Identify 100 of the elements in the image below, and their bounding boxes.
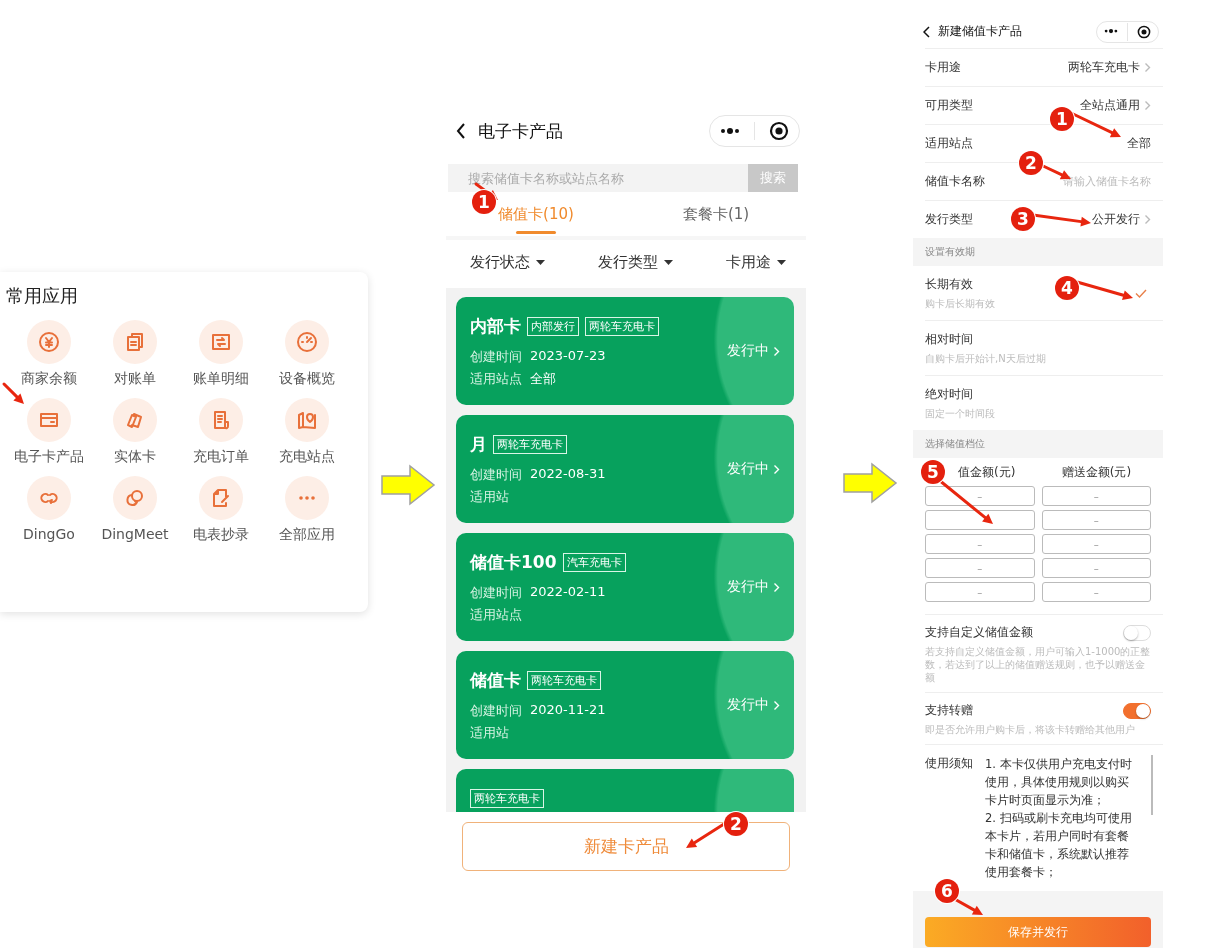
app-label[interactable]: 电表抄录 — [193, 526, 249, 544]
input-field[interactable]: – — [925, 486, 1035, 506]
notice-text: 2. 扫码或刷卡充电均可使用本卡片，若用户同时有套餐卡和储值卡，系统默认推荐使用套餐卡； — [985, 810, 1133, 881]
field-label: 发行类型 — [925, 212, 973, 227]
option-title: 长期有效 — [925, 275, 974, 293]
switch-title: 支持自定义储值金额 — [925, 624, 1033, 641]
validity-option[interactable]: 相对时间 自购卡后开始计,N天后过期 — [925, 320, 1163, 375]
switch-title: 支持转赠 — [925, 702, 973, 719]
meta-label: 适用站 — [470, 723, 509, 742]
step-badge: 3 — [1011, 207, 1035, 231]
status-text: 发行中 — [727, 696, 769, 714]
pointer-arrow — [686, 822, 726, 848]
meta-value: 2022-08-31 — [530, 465, 606, 483]
option-hint: 自购卡后开始计,N天后过期 — [925, 351, 1046, 366]
input-field[interactable]: – — [1041, 534, 1151, 554]
app-label[interactable]: 对账单 — [114, 370, 156, 388]
tab[interactable]: 套餐卡(1) — [626, 192, 806, 236]
step-badge: 2 — [724, 812, 748, 836]
app-label[interactable]: DingMeet — [101, 526, 169, 542]
field-value: 全部 — [1127, 136, 1151, 151]
meta-label: 适用站 — [470, 487, 509, 506]
card-title: 储值卡100 — [470, 550, 557, 574]
filter-dropdown[interactable]: 发行状态 — [470, 252, 545, 272]
search-field[interactable]: 搜索储值卡名称或站点名称 — [448, 164, 748, 192]
bill-icon[interactable] — [199, 320, 243, 364]
step-badge: 4 — [1055, 276, 1079, 300]
notice-text: 1. 本卡仅供用户充电支付时使用，具体使用规则以购买卡片时页面显示为准； — [985, 756, 1133, 809]
yen-icon[interactable] — [27, 320, 71, 364]
cards-icon[interactable] — [113, 398, 157, 442]
toggle-switch[interactable] — [1123, 702, 1151, 719]
select-value[interactable]: 全站点通用 — [1080, 98, 1140, 113]
map-pin-icon[interactable] — [285, 398, 329, 442]
step-badge: 2 — [1019, 151, 1043, 175]
step-badge: 1 — [1050, 107, 1074, 131]
target-icon[interactable] — [769, 121, 789, 141]
more-icon[interactable] — [1104, 29, 1118, 34]
field-label: 使用须知 — [925, 755, 973, 772]
card-title: 储值卡 — [470, 668, 521, 692]
receipt-icon[interactable] — [199, 398, 243, 442]
status-text: 发行中 — [727, 460, 769, 478]
back-icon[interactable] — [456, 122, 466, 140]
filter-dropdown[interactable]: 卡用途 — [726, 252, 786, 272]
card-tag: 汽车充电卡 — [562, 552, 626, 572]
check-icon — [1135, 288, 1147, 298]
card-tag: 两轮车充电卡 — [470, 788, 544, 808]
more-icon[interactable] — [720, 128, 740, 134]
option-title: 绝对时间 — [925, 385, 974, 403]
meta-label: 适用站点 — [470, 605, 522, 624]
app-label[interactable]: 设备概览 — [279, 370, 335, 388]
filter-dropdown[interactable]: 发行类型 — [598, 252, 673, 272]
validity-option[interactable]: 长期有效 购卡后长期有效 4 — [925, 266, 1163, 320]
app-label[interactable]: 充电站点 — [279, 448, 335, 466]
back-icon[interactable] — [923, 25, 930, 38]
input-field[interactable]: – — [1041, 486, 1151, 506]
app-label[interactable]: 账单明细 — [193, 370, 249, 388]
section-heading: 设置有效期 — [913, 238, 1163, 266]
meta-value: 全部 — [530, 369, 556, 388]
meta-value: 2022-02-11 — [530, 583, 606, 601]
chevron-icon — [1144, 62, 1151, 73]
option-hint: 购卡后长期有效 — [925, 296, 995, 311]
app-label[interactable]: 电子卡产品 — [14, 448, 84, 466]
status-text: 发行中 — [727, 342, 769, 360]
chevron-icon — [773, 345, 780, 357]
status-text: 发行中 — [727, 578, 769, 596]
arrow-icon — [380, 464, 436, 506]
meta-label: 适用站点 — [470, 369, 522, 388]
select-value[interactable]: 两轮车充电卡 — [1068, 60, 1140, 75]
meta-label: 创建时间 — [470, 465, 522, 484]
select-value[interactable]: 公开发行 — [1092, 212, 1140, 227]
column-header: 值金额(元) — [958, 463, 1016, 481]
app-label[interactable]: 充电订单 — [193, 448, 249, 466]
input-field[interactable]: – — [1041, 558, 1151, 578]
arrow-icon — [842, 462, 898, 504]
meta-value: 2020-11-21 — [530, 701, 606, 719]
option-title: 相对时间 — [925, 330, 974, 348]
circles-icon[interactable] — [113, 476, 157, 520]
input-field[interactable]: – — [1041, 510, 1151, 530]
documents-icon[interactable] — [113, 320, 157, 364]
gauge-icon[interactable] — [285, 320, 329, 364]
meta-label: 创建时间 — [470, 347, 522, 366]
app-label[interactable]: 实体卡 — [114, 448, 156, 466]
step-badge: 6 — [935, 879, 959, 903]
input-field[interactable]: – — [925, 558, 1035, 578]
app-label[interactable]: 全部应用 — [279, 526, 335, 544]
loop-icon[interactable] — [27, 476, 71, 520]
input-field[interactable] — [925, 510, 1035, 530]
card-tag: 两轮车充电卡 — [527, 670, 601, 690]
edit-icon[interactable] — [199, 476, 243, 520]
input-field[interactable]: – — [1041, 582, 1151, 602]
card-icon[interactable] — [27, 398, 71, 442]
card-tag: 两轮车充电卡 — [585, 316, 659, 336]
input-field[interactable]: – — [925, 534, 1035, 554]
app-label[interactable]: 商家余额 — [21, 370, 77, 388]
target-icon[interactable] — [1137, 24, 1151, 39]
notice-text-area[interactable]: 1. 本卡仅供用户充电支付时使用，具体使用规则以购买卡片时页面显示为准； 2. 扫码或刷卡充电均可使用本卡片，若用户同时有套餐卡和储值卡，系统默认推荐使用套餐卡； — [985, 755, 1139, 881]
app-label[interactable]: DingGo — [23, 526, 75, 542]
scrollbar — [1151, 755, 1153, 815]
input-field[interactable]: – — [925, 582, 1035, 602]
field-label: 卡用途 — [925, 60, 961, 75]
screen-title: 新建储值卡产品 — [938, 23, 1023, 40]
